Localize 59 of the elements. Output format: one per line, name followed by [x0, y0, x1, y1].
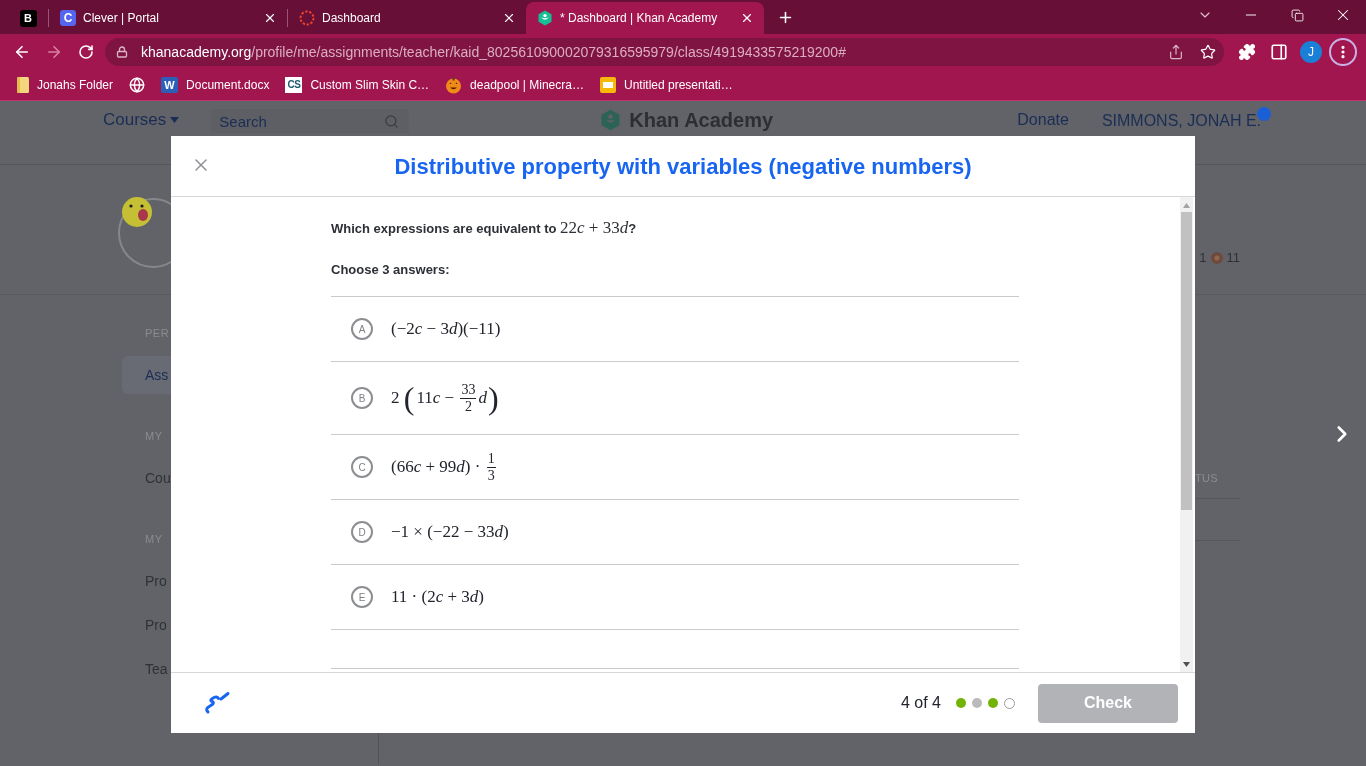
choice-letter[interactable]: E: [351, 586, 373, 608]
browser-tab[interactable]: C Clever | Portal: [49, 2, 287, 34]
bookmark-item[interactable]: Untitled presentati…: [593, 73, 739, 97]
math-expression: 11 · (2c + 3d): [391, 586, 484, 608]
dialog-title: Distributive property with variables (negative numbers): [394, 152, 972, 181]
search-field[interactable]: Search: [211, 109, 410, 133]
donate-link[interactable]: Donate: [1017, 109, 1069, 131]
question-text: Which expressions are equivalent to 22c + 33d?: [331, 218, 638, 239]
scrollbar-thumb[interactable]: [1181, 212, 1192, 510]
reload-icon[interactable]: [78, 44, 94, 60]
forward-icon[interactable]: [45, 43, 63, 61]
puzzle-icon[interactable]: [1238, 43, 1256, 61]
star-icon[interactable]: [1200, 44, 1216, 60]
letter-tile-icon: B: [19, 9, 37, 27]
instruction-text: Choose 3 answers:: [331, 261, 450, 279]
choice-letter[interactable]: C: [351, 456, 373, 478]
browser-tab[interactable]: B: [8, 2, 48, 34]
badge-icon: [1210, 252, 1223, 264]
close-icon[interactable]: [263, 11, 277, 25]
user-name-link[interactable]: SIMMONS, JONAH E.: [1101, 112, 1261, 129]
browser-tab[interactable]: * Dashboard | Khan Academy: [526, 2, 764, 34]
pumpkin-icon: [445, 76, 463, 94]
choice-letter[interactable]: D: [351, 521, 373, 543]
side-panel-icon[interactable]: [1270, 43, 1288, 61]
caret-icon: [170, 117, 180, 123]
scrollbar[interactable]: [1180, 197, 1193, 672]
slides-icon: [599, 77, 616, 93]
bookmark-item[interactable]: W Document.docx: [155, 73, 276, 97]
restore-icon[interactable]: [1290, 8, 1304, 22]
browser-tab[interactable]: Dashboard: [288, 2, 526, 34]
new-tab-icon[interactable]: [777, 9, 794, 26]
address-bar[interactable]: khanacademy.org/profile/me/assignments/teacher/kaid_802561090002079316595979/class/4919433575219200#: [105, 38, 1224, 66]
folder-icon: [17, 77, 29, 93]
scribble-icon[interactable]: [203, 690, 231, 716]
sidebar-item[interactable]: Ass: [122, 356, 171, 394]
courses-menu[interactable]: Courses: [103, 109, 180, 131]
choice-letter[interactable]: A: [351, 318, 373, 340]
menu-button[interactable]: [1329, 38, 1357, 66]
bookmark-item[interactable]: CS Custom Slim Skin C…: [279, 73, 436, 97]
profile-avatar[interactable]: J: [1300, 41, 1322, 63]
dotted-ring-icon: [299, 10, 315, 26]
lock-icon: [116, 46, 128, 58]
math-expression: −1 × (−22 − 33d): [391, 521, 509, 543]
letter-tile-icon: C: [60, 10, 76, 26]
back-icon[interactable]: [13, 43, 31, 61]
down-arrow-icon[interactable]: [1183, 662, 1190, 667]
close-icon[interactable]: [740, 11, 754, 25]
hexagon-leaf-icon: [537, 10, 553, 26]
bookmark-item[interactable]: Jonahs Folder: [11, 73, 120, 97]
letter-tile-icon: CS: [285, 77, 303, 93]
progress-label: 4 of 4: [900, 693, 941, 713]
search-icon: [384, 113, 400, 129]
choice-letter[interactable]: B: [351, 387, 373, 409]
math-expression: (−2c − 3d)(−11): [391, 318, 501, 340]
globe-icon: [129, 77, 146, 93]
bookmark-item[interactable]: deadpool | Minecra…: [439, 73, 590, 97]
share-icon[interactable]: [1168, 44, 1184, 60]
letter-tile-icon: W: [161, 77, 179, 93]
close-icon[interactable]: [502, 11, 516, 25]
